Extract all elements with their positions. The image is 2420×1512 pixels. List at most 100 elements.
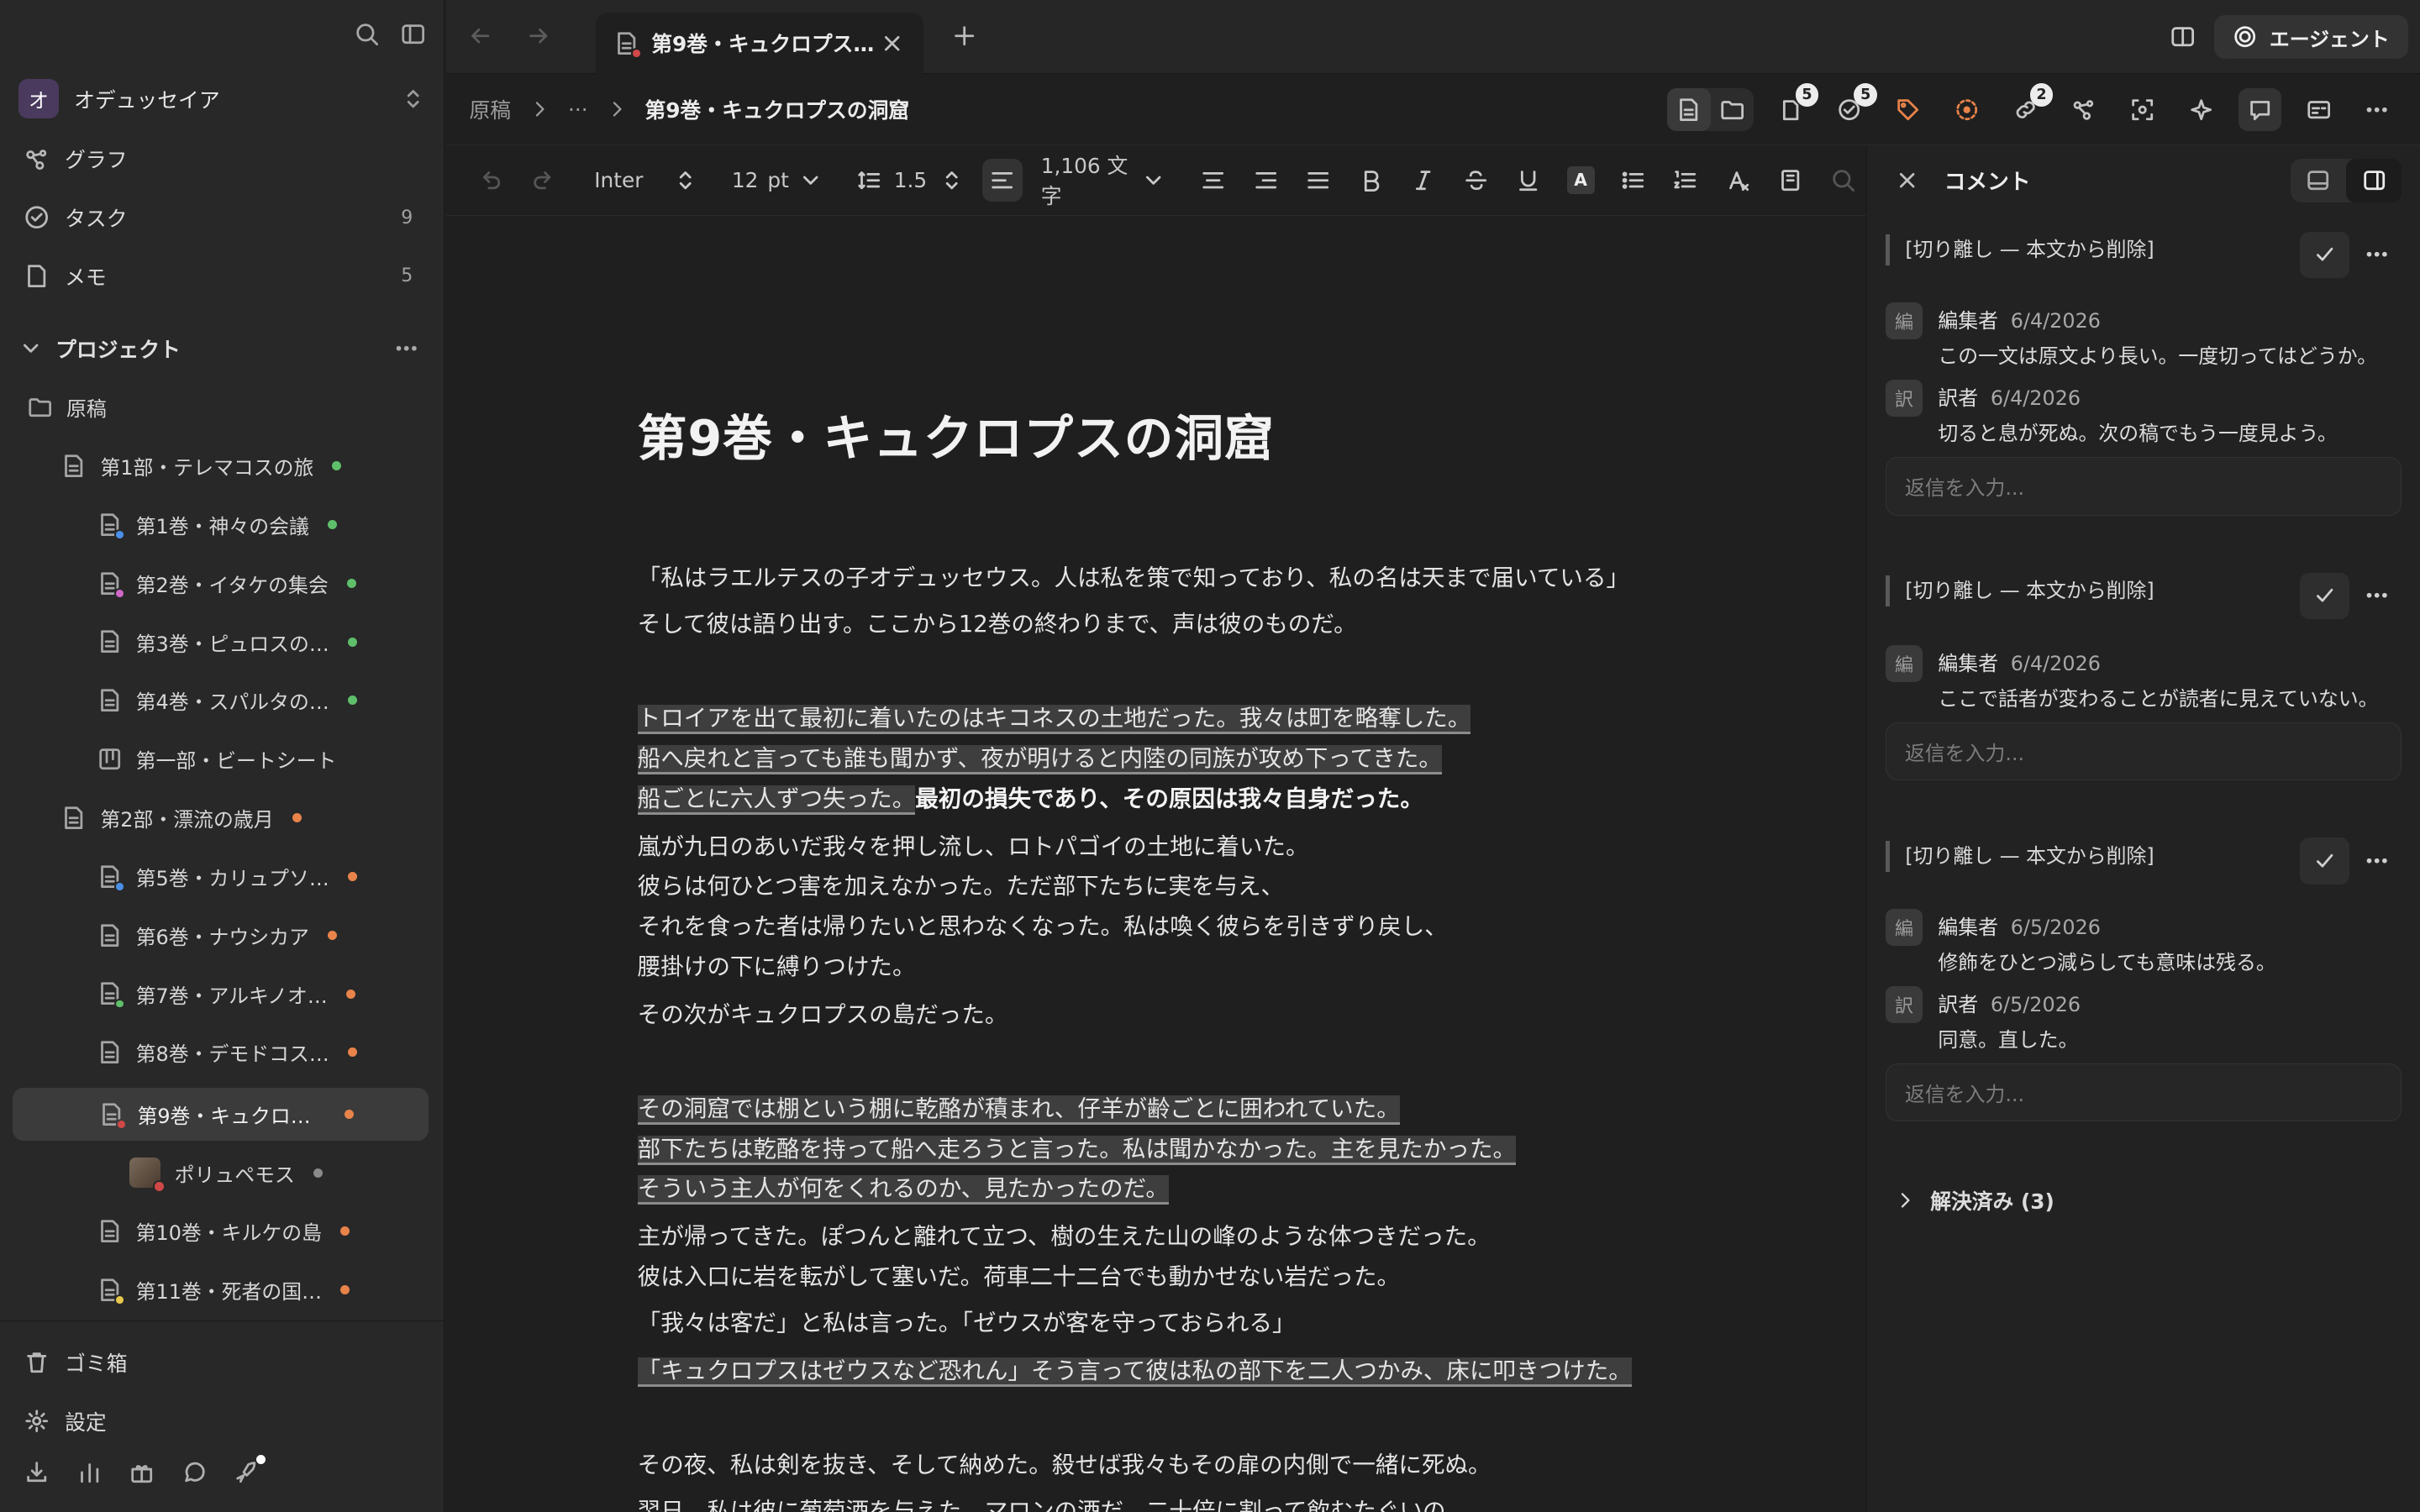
link-icon[interactable]: 2: [2004, 83, 2054, 131]
undo-icon[interactable]: [468, 159, 514, 202]
commented-highlight[interactable]: 船へ戻れと言っても誰も聞かず、夜が明けると内陸の同族が攻め下ってきた。: [637, 744, 1442, 774]
paragraph-line[interactable]: 彼は入口に岩を転がして塞いだ。荷車二十二台でも動かせない岩だった。: [638, 1257, 1400, 1298]
paragraph-line[interactable]: 部下たちは乾酪を持って船へ走ろうと言った。私は聞かなかった。主を見たかった。: [637, 1130, 1517, 1170]
resolve-check-icon[interactable]: [2300, 572, 2349, 619]
underline-icon[interactable]: [1505, 159, 1551, 202]
tree-item-book1[interactable]: 第1巻・神々の会議: [97, 500, 429, 549]
tree-item-beatsheet[interactable]: 第一部・ビートシート: [97, 734, 429, 784]
comment-quote[interactable]: [切り離し — 本文から削除]: [1885, 837, 2402, 885]
comment-quote[interactable]: [切り離し — 本文から削除]: [1885, 231, 2402, 278]
tree-item-book4[interactable]: 第4巻・スパルタの…: [97, 676, 429, 726]
tree-item-book2[interactable]: 第2巻・イタケの集会: [97, 559, 429, 608]
nav-graph[interactable]: グラフ: [24, 137, 413, 180]
gift-icon[interactable]: [129, 1460, 154, 1484]
document-view-icon[interactable]: [1667, 87, 1711, 132]
tree-item-book8[interactable]: 第8巻・デモドコス…: [97, 1027, 429, 1077]
paragraph-line[interactable]: その次がキュクロプスの島だった。: [638, 995, 1008, 1036]
commented-highlight[interactable]: その洞窟では棚という棚に乾酪が積まれ、仔羊が齢ごとに囲われていた。: [637, 1095, 1400, 1125]
ai-sparkle-icon[interactable]: [2180, 88, 2223, 131]
commented-highlight[interactable]: 「キュクロプスはゼウスなど恐れん」そう言って彼は私の部下を二人つかみ、床に叩きつ…: [637, 1357, 1632, 1388]
font-size-select[interactable]: 12 pt: [732, 168, 823, 192]
redo-icon[interactable]: [520, 159, 566, 202]
spellcheck-book-icon[interactable]: [1767, 159, 1813, 202]
commented-highlight[interactable]: そういう主人が何をくれるのか、見たかったのだ。: [637, 1175, 1169, 1205]
nav-tasks[interactable]: タスク 9: [24, 196, 413, 239]
panel-right-icon[interactable]: [2346, 159, 2402, 202]
breadcrumb-current[interactable]: 第9巻・キュクロプスの洞窟: [645, 94, 910, 124]
more-icon[interactable]: [394, 336, 418, 360]
nav-notes[interactable]: メモ 5: [24, 255, 413, 297]
align-right-icon[interactable]: [1243, 159, 1289, 202]
document-title[interactable]: 第9巻・キュクロプスの洞窟: [638, 398, 1275, 470]
paragraph-line[interactable]: トロイアを出て最初に着いたのはキコネスの土地だった。我々は町を略奪した。: [637, 699, 1471, 739]
more-icon[interactable]: [2353, 573, 2402, 619]
chat-icon[interactable]: [182, 1460, 207, 1484]
tasks-check-icon[interactable]: 5: [1828, 83, 1878, 131]
split-view-icon[interactable]: [2170, 24, 2195, 49]
paragraph-line[interactable]: 「キュクロプスはゼウスなど恐れん」そう言って彼は私の部下を二人つかみ、床に叩きつ…: [637, 1352, 1632, 1392]
panel-bottom-icon[interactable]: [2291, 159, 2346, 202]
close-icon[interactable]: [1895, 168, 1919, 192]
paragraph-line[interactable]: 船へ戻れと言っても誰も聞かず、夜が明けると内陸の同族が攻め下ってきた。: [637, 739, 1442, 780]
graph-nodes-icon[interactable]: [2062, 88, 2105, 131]
breadcrumb-root[interactable]: 原稿: [469, 94, 511, 124]
tree-item-part2[interactable]: 第2部・漂流の歳月: [61, 793, 428, 843]
align-justify-icon[interactable]: [1295, 159, 1341, 202]
nav-settings[interactable]: 設定: [24, 1399, 413, 1442]
resolved-toggle[interactable]: 解決済み (3): [1895, 1185, 2054, 1215]
focus-scan-icon[interactable]: [2121, 88, 2164, 131]
paragraph-line[interactable]: それを食った者は帰りたいと思わなくなった。私は喚く彼らを引きずり戻し、: [638, 907, 1448, 948]
paragraph-line[interactable]: 船ごとに六人ずつ失った。最初の損失であり、その原因は我々自身だった。: [637, 780, 1423, 820]
paragraph-line[interactable]: 「私はラエルテスの子オデュッセウス。人は私を策で知っており、私の名は天まで届いて…: [638, 559, 1629, 599]
resolve-check-icon[interactable]: [2300, 837, 2349, 885]
paragraph-line[interactable]: その洞窟では棚という棚に乾酪が積まれ、仔羊が齢ごとに囲われていた。: [637, 1089, 1400, 1130]
reply-input[interactable]: 返信を入力...: [1885, 1063, 2402, 1122]
tree-folder-manuscript[interactable]: 原稿: [28, 383, 429, 433]
rocket-icon[interactable]: [234, 1455, 266, 1484]
breadcrumb-ellipsis[interactable]: ···: [568, 97, 588, 122]
find-search-icon[interactable]: [1820, 159, 1866, 202]
paragraph-line[interactable]: 腰掛けの下に縛りつけた。: [638, 948, 916, 988]
numbered-list-icon[interactable]: [1662, 159, 1708, 202]
forward-arrow-icon[interactable]: [526, 24, 550, 48]
sidebar-toggle-icon[interactable]: [401, 22, 425, 46]
tree-item-book5[interactable]: 第5巻・カリュプソ…: [97, 852, 429, 901]
tree-item-book9[interactable]: 第9巻・キュクロ…: [12, 1088, 429, 1141]
tree-item-book6[interactable]: 第6巻・ナウシカア: [97, 911, 429, 960]
strikethrough-icon[interactable]: [1453, 159, 1499, 202]
tree-item-book3[interactable]: 第3巻・ピュロスの…: [97, 617, 429, 667]
commented-highlight[interactable]: トロイアを出て最初に着いたのはキコネスの土地だった。我々は町を略奪した。: [637, 705, 1471, 735]
editor-canvas[interactable]: 第9巻・キュクロプスの洞窟 「私はラエルテスの子オデュッセウス。人は私を策で知っ…: [445, 216, 1866, 1512]
new-tab-plus-icon[interactable]: [952, 24, 976, 48]
commented-highlight[interactable]: 船ごとに六人ずつ失った。: [637, 785, 916, 815]
tab-active-document[interactable]: 第9巻・キュクロプス…: [596, 12, 923, 75]
paragraph-line[interactable]: 嵐が九日のあいだ我々を押し流し、ロトパゴイの土地に着いた。: [638, 827, 1309, 868]
more-icon[interactable]: [2353, 232, 2402, 278]
close-icon[interactable]: [880, 31, 904, 55]
nav-trash[interactable]: ゴミ箱: [24, 1341, 413, 1383]
clear-format-icon[interactable]: [1715, 159, 1761, 202]
reply-input[interactable]: 返信を入力...: [1885, 722, 2402, 781]
tree-item-book7[interactable]: 第7巻・アルキノオ…: [97, 969, 429, 1019]
paragraph-line[interactable]: 「我々は客だ」と私は言った。「ゼウスが客を守っておられる」: [638, 1304, 1296, 1344]
reply-input[interactable]: 返信を入力...: [1885, 456, 2402, 516]
bullet-list-icon[interactable]: [1610, 159, 1656, 202]
paragraph-line[interactable]: そして彼は語り出す。ここから12巻の終わりまで、声は彼のものだ。: [638, 605, 1357, 645]
tree-item-book10[interactable]: 第10巻・キルケの島: [97, 1207, 429, 1257]
paragraph-line[interactable]: その夜、私は剣を抜き、そして納めた。殺せば我々もその扉の内側で一緒に死ぬ。: [638, 1446, 1491, 1486]
bold-icon[interactable]: [1348, 159, 1394, 202]
tree-item-book11[interactable]: 第11巻・死者の国…: [97, 1265, 429, 1315]
files-icon[interactable]: 5: [1769, 83, 1819, 131]
more-icon[interactable]: [2355, 88, 2398, 131]
comment-quote[interactable]: [切り離し — 本文から削除]: [1885, 572, 2402, 619]
projects-section-header[interactable]: プロジェクト: [18, 327, 419, 370]
download-icon[interactable]: [24, 1460, 49, 1484]
paragraph-line[interactable]: そういう主人が何をくれるのか、見たかったのだ。: [637, 1169, 1169, 1210]
tag-icon[interactable]: [1886, 88, 1929, 131]
comments-icon[interactable]: [2238, 87, 2282, 132]
italic-icon[interactable]: [1400, 159, 1446, 202]
align-center-icon[interactable]: [1190, 159, 1236, 202]
word-count-select[interactable]: 1,106 文字: [1041, 150, 1165, 210]
align-left-icon[interactable]: [982, 158, 1023, 202]
font-family-select[interactable]: Inter: [594, 168, 697, 192]
